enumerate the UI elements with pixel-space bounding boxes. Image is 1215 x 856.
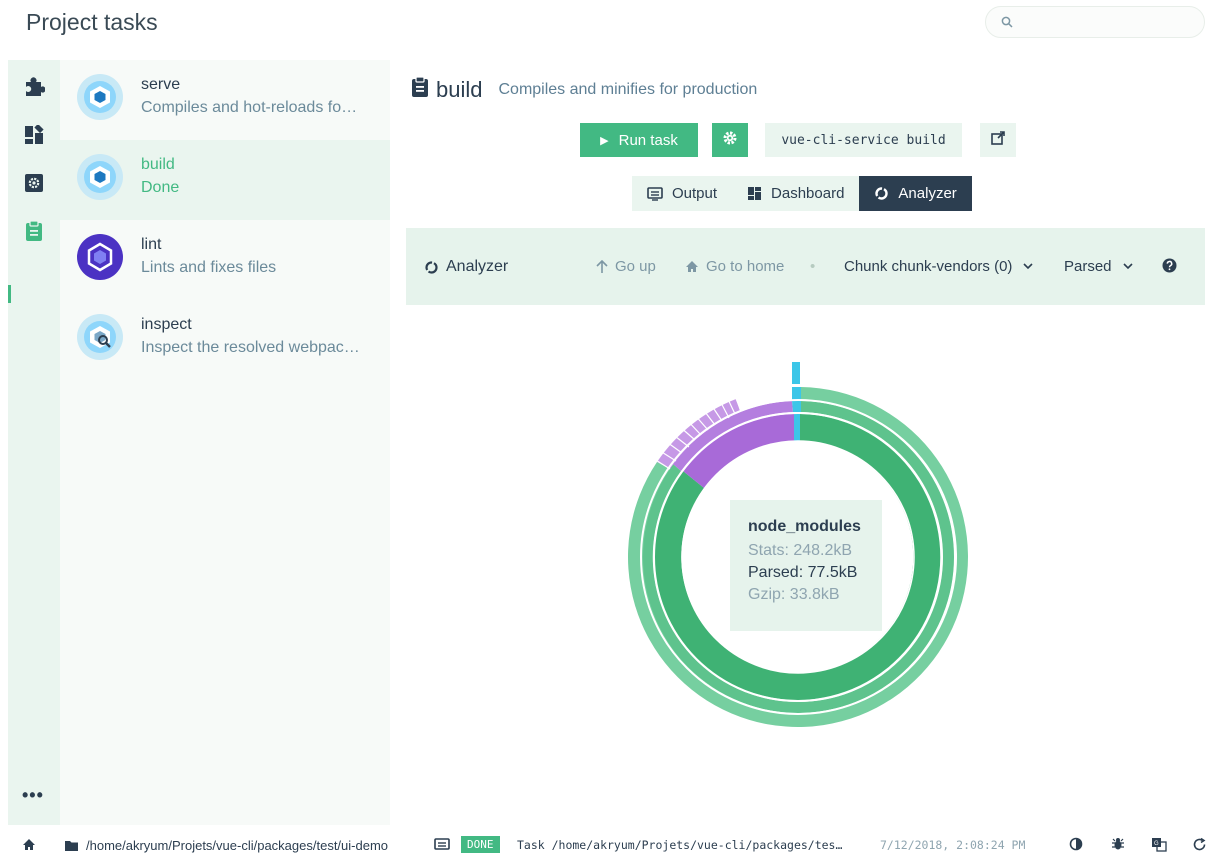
separator-dot: • (810, 258, 816, 275)
run-task-label: Run task (618, 131, 678, 149)
puzzle-icon (23, 76, 46, 103)
command-display: vue-cli-service build (765, 123, 962, 157)
task-name: lint (141, 236, 162, 253)
plugins-nav-button[interactable] (22, 76, 46, 103)
task-item-inspect[interactable]: inspect Inspect the resolved webpac… (60, 300, 390, 380)
donut-chart-icon (424, 260, 439, 275)
go-home-button[interactable]: Go to home (685, 258, 784, 275)
project-path[interactable]: /home/akryum/Projets/vue-cli/packages/te… (64, 838, 388, 853)
page-title: Project tasks (26, 9, 158, 35)
task-item-build[interactable]: build Done (60, 140, 390, 220)
go-up-label: Go up (615, 258, 656, 275)
dependencies-nav-button[interactable] (22, 123, 46, 150)
tooltip-parsed: Parsed: 77.5kB (748, 564, 858, 581)
task-item-serve[interactable]: serve Compiles and hot-reloads fo… (60, 60, 390, 140)
search-icon (1001, 15, 1013, 33)
donut-chart-icon (874, 186, 889, 201)
folder-icon (64, 840, 79, 852)
bug-icon[interactable] (1111, 837, 1125, 854)
project-path-label: /home/akryum/Projets/vue-cli/packages/te… (86, 838, 389, 853)
home-icon (22, 838, 36, 854)
settings-icon (24, 173, 44, 198)
analyzer-toolbar: Analyzer Go up Go to home • Chunk chunk-… (406, 228, 1205, 305)
chart-segment-middle-cyan[interactable] (792, 400, 801, 412)
view-tabs: Output Dashboard Analyzer (632, 176, 972, 211)
message-icon (647, 186, 663, 201)
status-message[interactable]: Task /home/akryum/Projets/vue-cli/packag… (517, 838, 842, 852)
tasks-nav-button[interactable] (22, 219, 46, 247)
task-description: Lints and fixes files (141, 259, 277, 276)
analyzer-title: Analyzer (424, 258, 508, 276)
chevron-down-icon (1122, 263, 1133, 270)
chart-segment-outer-cyan[interactable] (792, 387, 801, 400)
task-item-lint[interactable]: lint Lints and fixes files (60, 220, 390, 300)
eslint-icon (77, 234, 123, 280)
chunk-select[interactable]: Chunk chunk-vendors (0) (844, 258, 1033, 275)
message-icon (434, 838, 450, 855)
home-button[interactable] (22, 838, 36, 854)
tab-analyzer[interactable]: Analyzer (859, 176, 972, 211)
help-icon (1162, 258, 1177, 277)
webpack-icon (77, 154, 123, 200)
chevron-down-icon (1023, 263, 1033, 270)
go-up-button[interactable]: Go up (596, 258, 656, 275)
external-link-icon (991, 131, 1005, 149)
webpack-icon (77, 74, 123, 120)
go-home-label: Go to home (706, 258, 785, 275)
task-list: serve Compiles and hot-reloads fo… build… (60, 60, 390, 825)
status-timestamp: 7/12/2018, 2:08:24 PM (880, 838, 1026, 852)
svg-text:G: G (1154, 841, 1159, 847)
configuration-nav-button[interactable] (22, 173, 46, 197)
task-details: build Compiles and minifies for producti… (390, 60, 1215, 825)
play-icon: ▶ (600, 134, 609, 147)
clipboard-icon (24, 219, 44, 247)
tooltip-name: node_modules (748, 518, 861, 535)
status-bar: /home/akryum/Projets/vue-cli/packages/te… (0, 834, 1215, 856)
app-header: Project tasks (0, 0, 1215, 52)
more-button[interactable]: ••• (22, 785, 44, 806)
help-button[interactable] (1162, 258, 1177, 277)
chart-segment-inner-cyan[interactable] (794, 413, 800, 441)
status-badge: DONE (461, 836, 500, 853)
arrow-up-icon (596, 259, 608, 274)
tab-label: Analyzer (898, 185, 957, 202)
task-description: Compiles and hot-reloads fo… (141, 99, 358, 116)
dashboard-icon (747, 186, 762, 201)
task-name: inspect (141, 316, 192, 333)
tab-label: Dashboard (771, 185, 845, 202)
active-nav-indicator (8, 285, 11, 303)
gear-icon (722, 130, 738, 150)
main-nav: ••• (8, 60, 60, 825)
open-external-button[interactable] (980, 123, 1016, 157)
chart-tooltip: node_modules Stats: 248.2kB Parsed: 77.5… (730, 500, 882, 631)
run-task-button[interactable]: ▶ Run task (580, 123, 698, 157)
task-name: build (141, 156, 175, 173)
task-description: Inspect the resolved webpac… (141, 339, 360, 356)
clipboard-icon (410, 76, 430, 103)
chart-segment-cyan-spike[interactable] (792, 362, 800, 384)
chunk-select-value: Chunk chunk-vendors (0) (844, 258, 1013, 275)
translate-icon[interactable]: G (1151, 837, 1167, 855)
task-title: build (436, 76, 483, 102)
tab-label: Output (672, 185, 718, 202)
tooltip-stats: Stats: 248.2kB (748, 542, 853, 559)
size-type-value: Parsed (1064, 258, 1112, 275)
refresh-icon[interactable] (1192, 837, 1207, 855)
task-settings-button[interactable] (712, 123, 748, 157)
analyzer-title-label: Analyzer (446, 258, 509, 275)
task-header: build Compiles and minifies for producti… (410, 76, 757, 103)
task-subtitle: Compiles and minifies for production (498, 80, 758, 98)
search-input[interactable] (985, 6, 1205, 38)
tab-dashboard[interactable]: Dashboard (732, 176, 860, 211)
task-description: Done (141, 179, 180, 196)
size-type-select[interactable]: Parsed (1064, 258, 1133, 275)
inspect-icon (77, 314, 123, 360)
dark-mode-toggle-icon[interactable] (1069, 837, 1083, 854)
log-button[interactable] (434, 838, 450, 855)
tooltip-gzip: Gzip: 33.8kB (748, 586, 840, 603)
dashboard-icon (24, 123, 44, 150)
task-name: serve (141, 76, 181, 93)
tab-output[interactable]: Output (632, 176, 733, 211)
home-icon (685, 260, 699, 273)
